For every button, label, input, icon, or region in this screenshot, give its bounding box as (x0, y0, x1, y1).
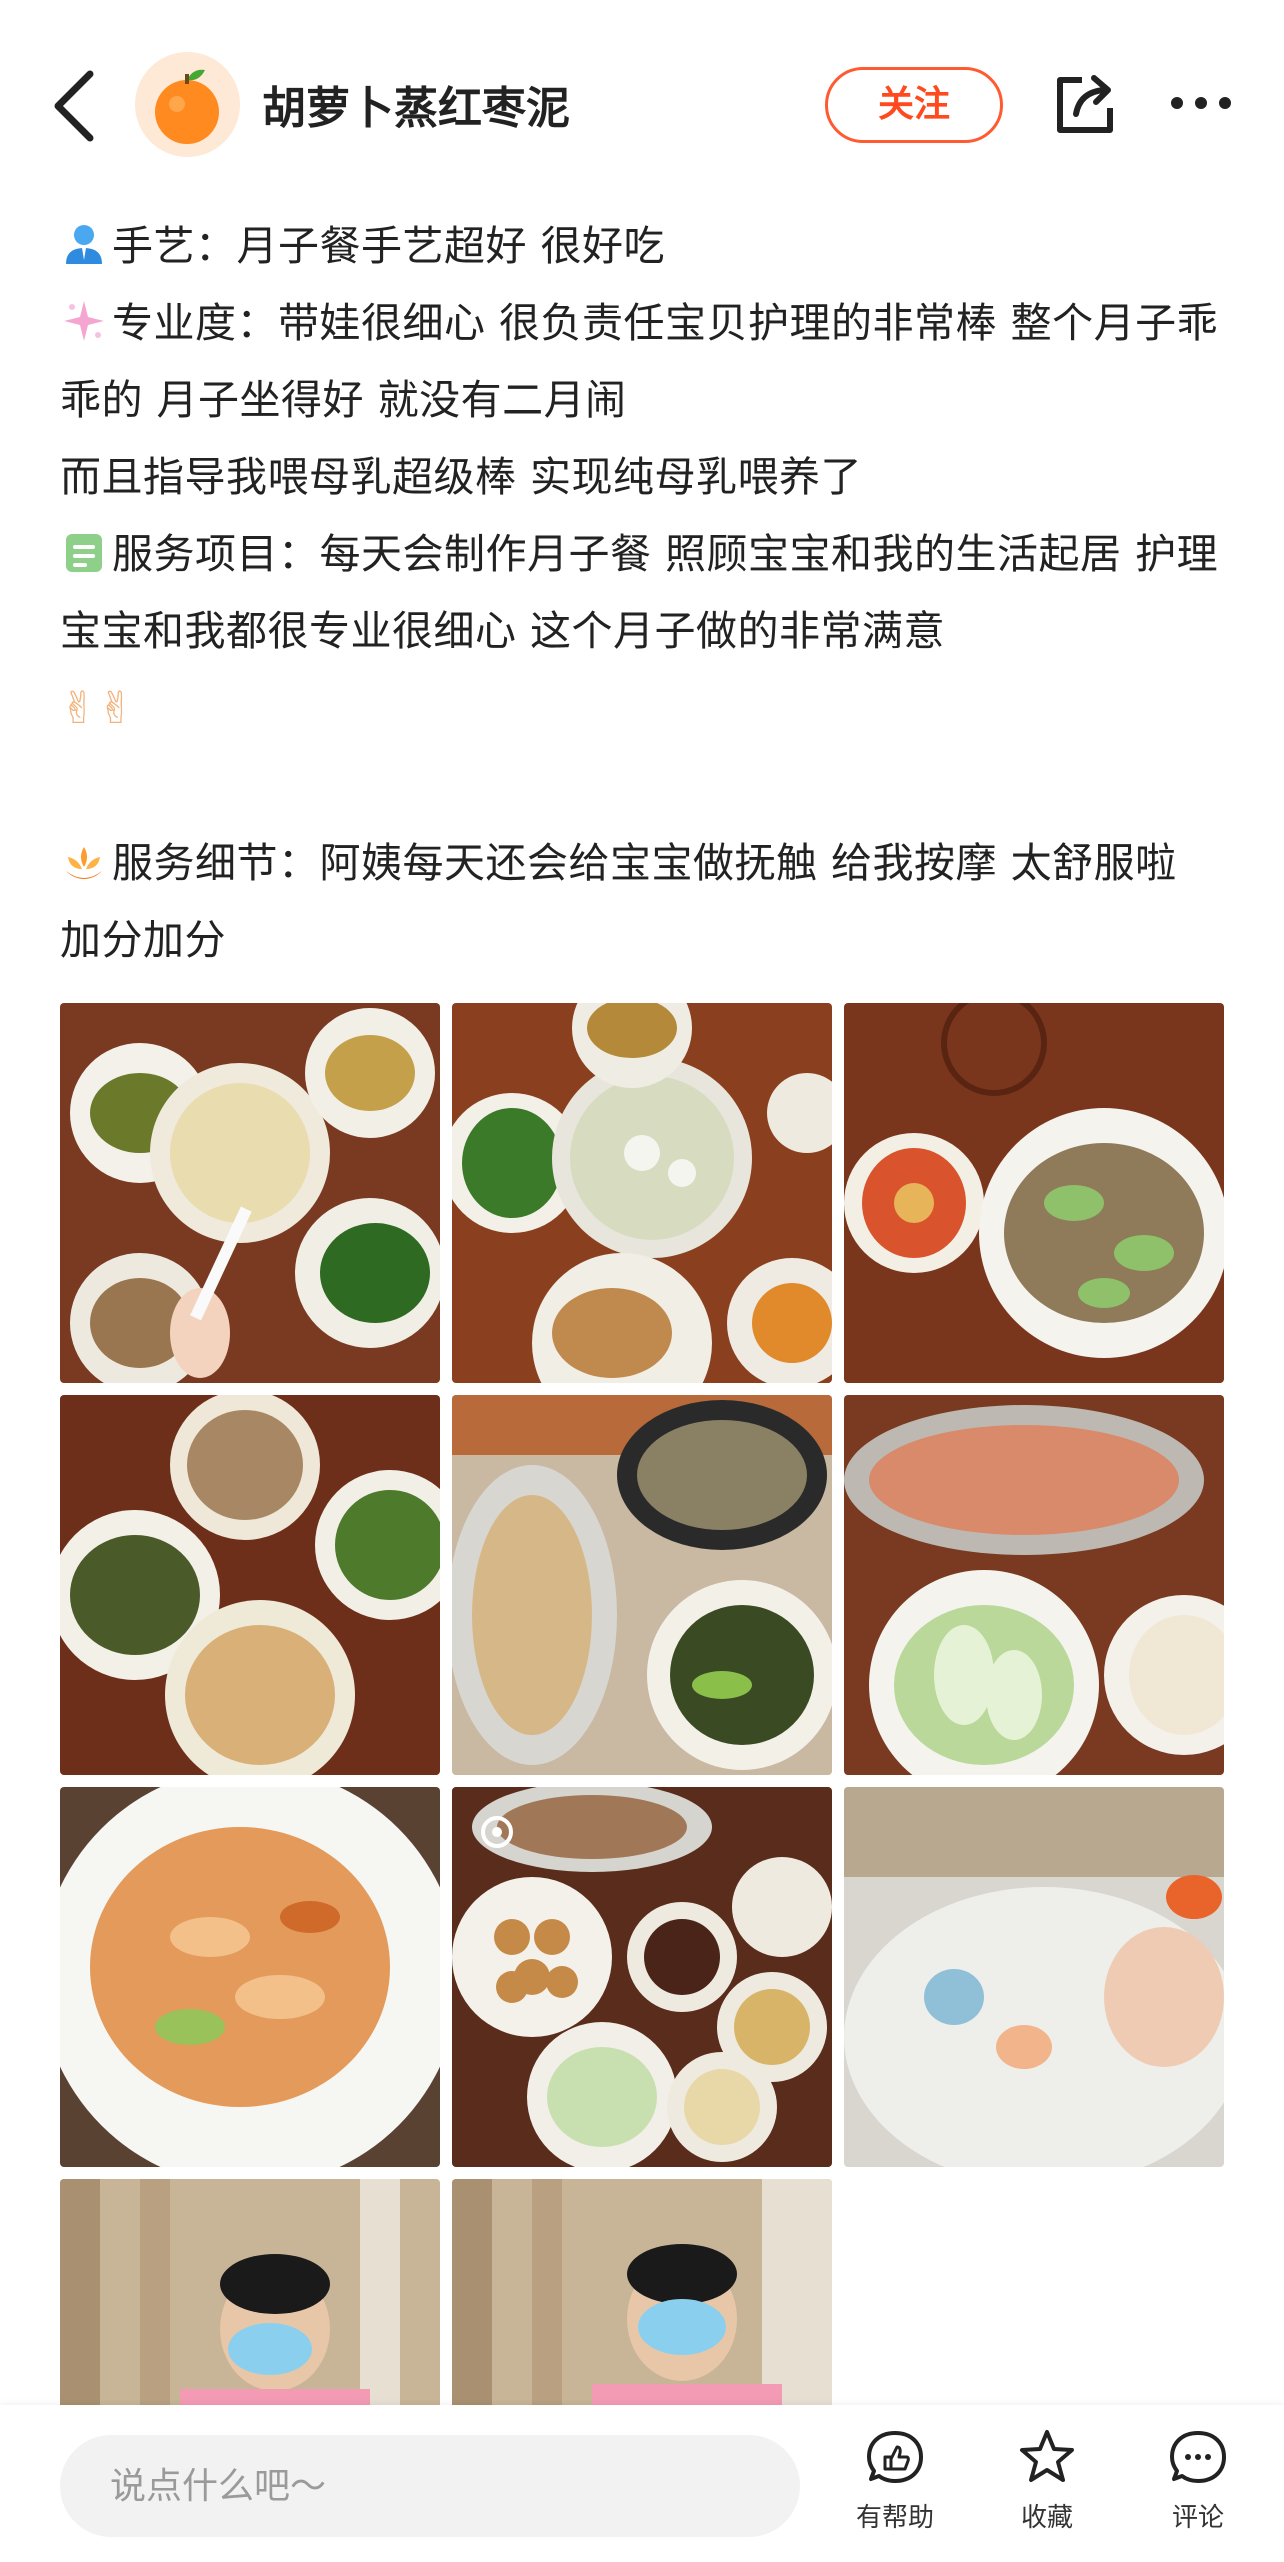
paragraph-text: 专业度：带娃很细心 很负责任宝贝护理的非常棒 整个月子乖乖的 月子坐得好 就没有… (60, 299, 1219, 424)
paragraph-professionalism: 专业度：带娃很细心 很负责任宝贝护理的非常棒 整个月子乖乖的 月子坐得好 就没有… (60, 285, 1230, 439)
author-name[interactable]: 胡萝卜蒸红枣泥 (262, 72, 570, 136)
post-content: 手艺：月子餐手艺超好 很好吃 专业度：带娃很细心 很负责任宝贝护理的非常棒 整个… (60, 208, 1230, 979)
photo-nanny-2[interactable] (452, 2179, 832, 2409)
paragraph-text: 服务细节：阿姨每天还会给宝宝做抚触 给我按摩 太舒服啦 加分加分 (60, 839, 1191, 964)
comment-bubble-icon (1170, 2431, 1226, 2483)
helpful-button[interactable]: 有帮助 (825, 2427, 965, 2547)
paragraph-craft: 手艺：月子餐手艺超好 很好吃 (60, 208, 1230, 285)
photo-tofu-greens[interactable] (60, 1395, 440, 1775)
paragraph-services: 服务项目：每天会制作月子餐 照顾宝宝和我的生活起居 护理宝宝和我都很专业很细心 … (60, 516, 1230, 670)
follow-button[interactable]: 关注 (825, 67, 1003, 143)
photo-fish-soup-chicken[interactable] (452, 1003, 832, 1383)
photo-beef-zucchini[interactable] (844, 1003, 1224, 1383)
paragraph-text: 服务项目：每天会制作月子餐 照顾宝宝和我的生活起居 护理宝宝和我都很专业很细心 … (60, 530, 1219, 655)
photo-sleeping-baby[interactable] (844, 1787, 1224, 2167)
star-icon (1020, 2430, 1074, 2482)
comment-button[interactable]: 评论 (1128, 2427, 1268, 2547)
photo-stir-fry-shrimp[interactable] (60, 1787, 440, 2167)
top-nav-bar: 胡萝卜蒸红枣泥 关注 (0, 0, 1284, 200)
victory-hands-icon: ✌✌ (60, 683, 135, 734)
back-icon[interactable] (48, 66, 108, 146)
paragraph-text: 而且指导我喂母乳超级棒 实现纯母乳喂养了 (60, 453, 863, 501)
share-icon[interactable] (1052, 70, 1118, 138)
thumbs-up-chat-icon (867, 2431, 923, 2483)
memo-icon (66, 534, 102, 572)
photo-meatballs-spread[interactable] (452, 1787, 832, 2167)
photo-nanny-1[interactable] (60, 2179, 440, 2409)
photo-steamed-fish-pot[interactable] (452, 1395, 832, 1775)
avatar-orange-icon (155, 69, 219, 144)
paragraph-breastfeeding: 而且指导我喂母乳超级棒 实现纯母乳喂养了 (60, 439, 1230, 516)
person-icon (66, 225, 102, 264)
more-icon[interactable] (1170, 90, 1232, 116)
collect-label: 收藏 (1020, 2503, 1073, 2533)
photo-shrimp-bokchoy[interactable] (844, 1395, 1224, 1775)
comment-input[interactable] (60, 2435, 800, 2537)
paragraph-text: 手艺：月子餐手艺超好 很好吃 (112, 222, 666, 270)
avatar[interactable] (135, 52, 240, 157)
lotus-hands-icon (66, 847, 102, 879)
helpful-label: 有帮助 (855, 2503, 934, 2533)
collect-button[interactable]: 收藏 (977, 2427, 1117, 2547)
sparkle-icon (64, 301, 104, 341)
paragraph-details: 服务细节：阿姨每天还会给宝宝做抚触 给我按摩 太舒服啦 加分加分 (60, 825, 1230, 979)
paragraph-victory-emojis: ✌✌ (60, 670, 1230, 748)
bottom-action-bar: 有帮助 收藏 评论 (0, 2405, 1284, 2562)
photo-meal-soup-greens[interactable] (60, 1003, 440, 1383)
comment-label: 评论 (1171, 2503, 1224, 2533)
